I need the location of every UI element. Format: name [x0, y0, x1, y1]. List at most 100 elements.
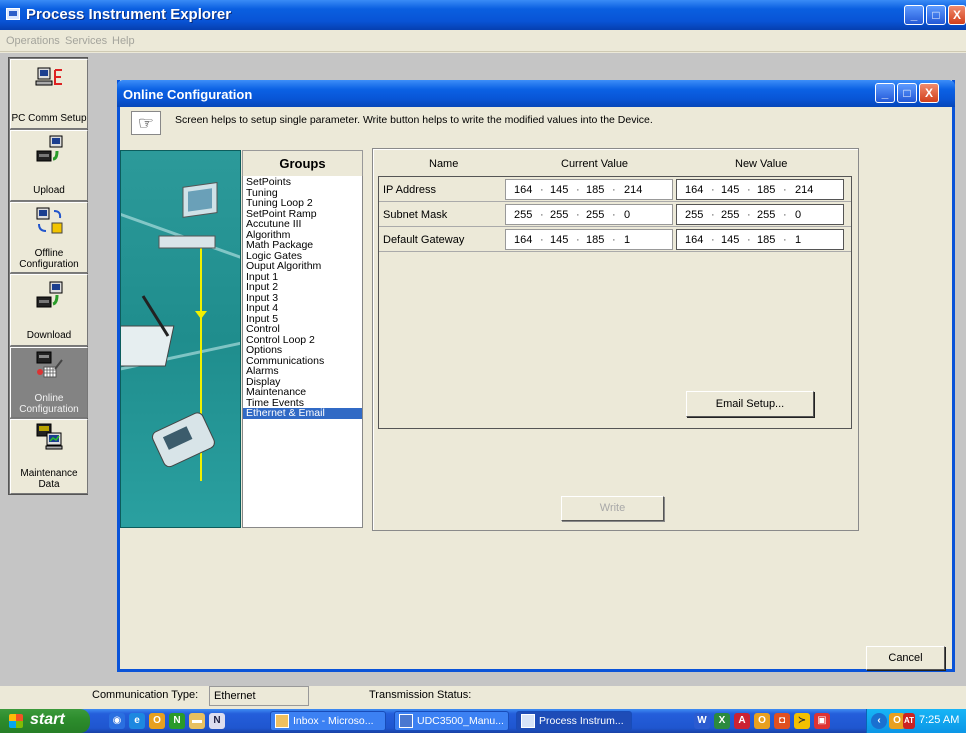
start-button[interactable]: start [0, 709, 90, 733]
groups-list-item[interactable]: Options [243, 345, 362, 356]
comm-type-field: Ethernet [209, 686, 309, 706]
menu-operations[interactable]: Operations [6, 35, 60, 47]
dialog-title-bar: Online Configuration _ □ X [117, 80, 955, 107]
quicklaunch-folder-icon[interactable]: ▬ [189, 713, 205, 729]
sidebar-item-download[interactable]: Download [10, 274, 88, 346]
new-value-field[interactable]: 164 · 145 · 185 · 1 [676, 229, 844, 250]
ip-octet[interactable]: 0 [795, 209, 801, 221]
parameter-name: Subnet Mask [383, 209, 448, 221]
ip-octet: 255 [550, 209, 569, 221]
groups-list-item[interactable]: Maintenance [243, 387, 362, 398]
sidebar-item-label: Maintenance Data [20, 468, 78, 490]
groups-list-item[interactable]: Control [243, 324, 362, 335]
ip-octet: 255 [514, 209, 533, 221]
sidebar-item-online-configuration[interactable]: Online Configuration [10, 347, 88, 418]
dialog-title: Online Configuration [123, 87, 253, 102]
ip-octet[interactable]: 145 [721, 234, 739, 246]
write-button[interactable]: Write [561, 496, 664, 521]
sidebar-item-offline-configuration[interactable]: Offline Configuration [10, 202, 88, 273]
arrow-icon[interactable]: ≻ [794, 713, 810, 729]
parameter-row: Default Gateway 164 · 145 · 185 · 1 164 · 145 · 185 ·… [379, 229, 851, 252]
acrobat-icon[interactable]: A [734, 713, 750, 729]
sidebar-item-upload[interactable]: Upload [10, 130, 88, 201]
dialog-close-button[interactable]: X [919, 83, 939, 103]
sidebar-item-label: Offline Configuration [19, 248, 79, 270]
task-udc3500-manual[interactable]: UDC3500_Manu... [394, 711, 509, 731]
menu-help[interactable]: Help [112, 35, 135, 47]
current-value-field: 255 · 255 · 255 · 0 [505, 204, 673, 225]
dialog-maximize-button[interactable]: □ [897, 83, 917, 103]
windows-logo-icon [9, 714, 23, 728]
ip-octet[interactable]: 255 [757, 209, 775, 221]
ip-octet: 145 [550, 184, 569, 196]
column-header-name: Name [429, 158, 459, 170]
tray-app-icon[interactable]: AT [903, 713, 915, 729]
app-icon[interactable]: ◘ [774, 713, 790, 729]
groups-list-item[interactable]: Input 4 [243, 303, 362, 314]
upload-icon [36, 135, 63, 162]
system-tray: ‹ O AT 7:25 AM [866, 709, 966, 733]
comm-type-label: Communication Type: [92, 689, 199, 701]
parameter-name: IP Address [383, 184, 436, 196]
new-value-field[interactable]: 164 · 145 · 185 · 214 [676, 179, 844, 200]
groups-list-item[interactable]: Ouput Algorithm [243, 261, 362, 272]
groups-list-item[interactable]: Tuning Loop 2 [243, 198, 362, 209]
sidebar: PC Comm Setup Upload Offline Configurati… [8, 57, 88, 495]
sidebar-item-pc-comm-setup[interactable]: PC Comm Setup [10, 59, 88, 129]
ip-octet[interactable]: 164 [685, 184, 703, 196]
outlook-icon[interactable]: O [754, 713, 770, 729]
ip-octet: 0 [624, 209, 631, 221]
ip-octet: 164 [514, 184, 533, 196]
task-inbox[interactable]: Inbox - Microso... [270, 711, 386, 731]
quicklaunch-window-icon[interactable]: N [209, 713, 225, 729]
maintenance-icon [36, 423, 63, 450]
info-text: Screen helps to setup single parameter. … [175, 114, 653, 126]
word-doc-icon [399, 714, 413, 728]
parameter-row: Subnet Mask 255 · 255 · 255 · 0 255 · 255 · 255 · 0 [379, 204, 851, 227]
menu-services[interactable]: Services [65, 35, 107, 47]
minimize-button[interactable]: _ [904, 5, 924, 25]
tray-expand-icon[interactable]: ‹ [871, 713, 887, 729]
groups-list-item[interactable]: Alarms [243, 366, 362, 377]
groups-list-item[interactable]: Math Package [243, 240, 362, 251]
transmission-status-label: Transmission Status: [369, 689, 472, 701]
sidebar-item-label: Online Configuration [19, 393, 79, 415]
start-label: start [30, 711, 65, 728]
word-icon[interactable]: W [694, 713, 710, 729]
ip-octet[interactable]: 164 [685, 234, 703, 246]
download-icon [36, 281, 63, 308]
new-value-field[interactable]: 255 · 255 · 255 · 0 [676, 204, 844, 225]
ip-octet[interactable]: 1 [795, 234, 801, 246]
outlook-icon [275, 714, 289, 728]
maximize-button[interactable]: □ [926, 5, 946, 25]
ip-octet[interactable]: 214 [795, 184, 813, 196]
ip-octet[interactable]: 255 [721, 209, 739, 221]
ip-octet[interactable]: 255 [685, 209, 703, 221]
quicklaunch-ie-icon[interactable]: e [129, 713, 145, 729]
cancel-button[interactable]: Cancel [866, 646, 945, 670]
task-label: UDC3500_Manu... [417, 715, 504, 727]
ip-octet: 185 [586, 184, 605, 196]
email-setup-button[interactable]: Email Setup... [686, 391, 814, 417]
task-process-instrument[interactable]: Process Instrum... [516, 711, 632, 731]
quicklaunch-app-icon[interactable]: N [169, 713, 185, 729]
ip-octet[interactable]: 185 [757, 234, 775, 246]
pdf-icon[interactable]: ▣ [814, 713, 830, 729]
quicklaunch-outlook-icon[interactable]: O [149, 713, 165, 729]
groups-list-item[interactable]: Ethernet & Email [243, 408, 362, 419]
groups-list[interactable]: SetPoints Tuning Tuning Loop 2 SetPoint Ram… [242, 176, 363, 528]
ip-octet[interactable]: 185 [757, 184, 775, 196]
groups-list-item[interactable]: Accutune III [243, 219, 362, 230]
clock: 7:25 AM [919, 714, 960, 726]
app-title: Process Instrument Explorer [26, 6, 232, 23]
excel-icon[interactable]: X [714, 713, 730, 729]
dialog-minimize-button[interactable]: _ [875, 83, 895, 103]
sidebar-item-maintenance-data[interactable]: Maintenance Data [10, 419, 88, 494]
current-value-field: 164 · 145 · 185 · 214 [505, 179, 673, 200]
ip-octet[interactable]: 145 [721, 184, 739, 196]
groups-list-item[interactable]: SetPoints [243, 177, 362, 188]
close-button[interactable]: X [948, 5, 966, 25]
quicklaunch-desktop-icon[interactable]: ◉ [109, 713, 125, 729]
sidebar-item-label: PC Comm Setup [11, 113, 87, 124]
groups-list-item[interactable]: Input 2 [243, 282, 362, 293]
